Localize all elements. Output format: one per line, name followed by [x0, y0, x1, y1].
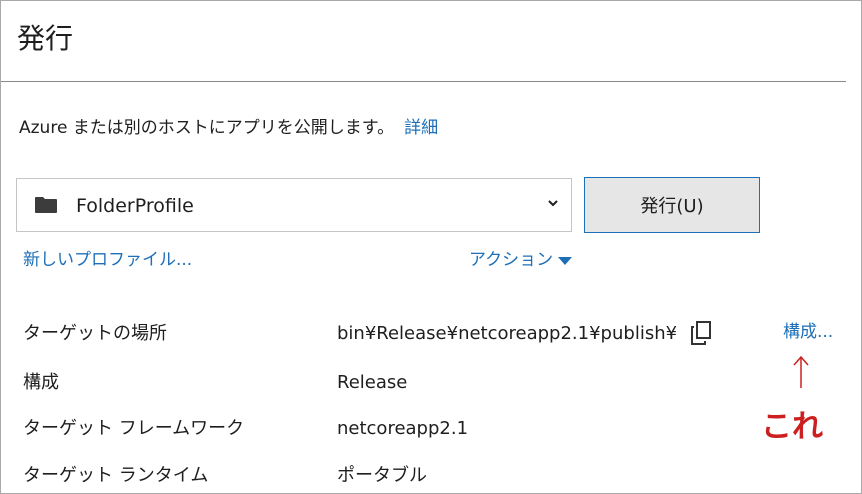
details-link[interactable]: 詳細 [404, 118, 438, 138]
target-framework-label: ターゲット フレームワーク [23, 418, 245, 439]
triangle-down-icon [558, 257, 573, 265]
target-framework-value: netcoreapp2.1 [337, 418, 469, 439]
arrow-up-icon [793, 355, 809, 388]
copy-icon[interactable] [689, 320, 713, 346]
page-title: 発行 [17, 22, 74, 55]
description-text: Azure または別のホストにアプリを公開します。 [19, 118, 395, 138]
configure-link[interactable]: 構成... [783, 319, 833, 345]
folder-icon [35, 197, 57, 213]
configuration-label: 構成 [23, 372, 59, 393]
new-profile-link[interactable]: 新しいプロファイル... [23, 247, 192, 273]
publish-button[interactable]: 発行(U) [584, 177, 760, 233]
actions-menu[interactable]: アクション [469, 247, 573, 273]
chevron-down-icon [548, 200, 558, 207]
annotation-text: これ [761, 409, 823, 445]
description: Azure または別のホストにアプリを公開します。 詳細 [19, 115, 438, 141]
target-location-value: bin¥Release¥netcoreapp2.1¥publish¥ [337, 323, 678, 344]
configuration-value: Release [337, 372, 408, 393]
target-runtime-value: ポータブル [337, 465, 427, 486]
actions-label: アクション [469, 250, 554, 270]
target-location-label: ターゲットの場所 [23, 323, 167, 344]
target-runtime-label: ターゲット ランタイム [23, 465, 209, 486]
title-divider [1, 81, 846, 82]
profile-selected-value: FolderProfile [76, 195, 194, 217]
profile-dropdown[interactable]: FolderProfile [16, 178, 572, 232]
publish-panel: 発行 Azure または別のホストにアプリを公開します。 詳細 FolderPro… [0, 0, 862, 494]
